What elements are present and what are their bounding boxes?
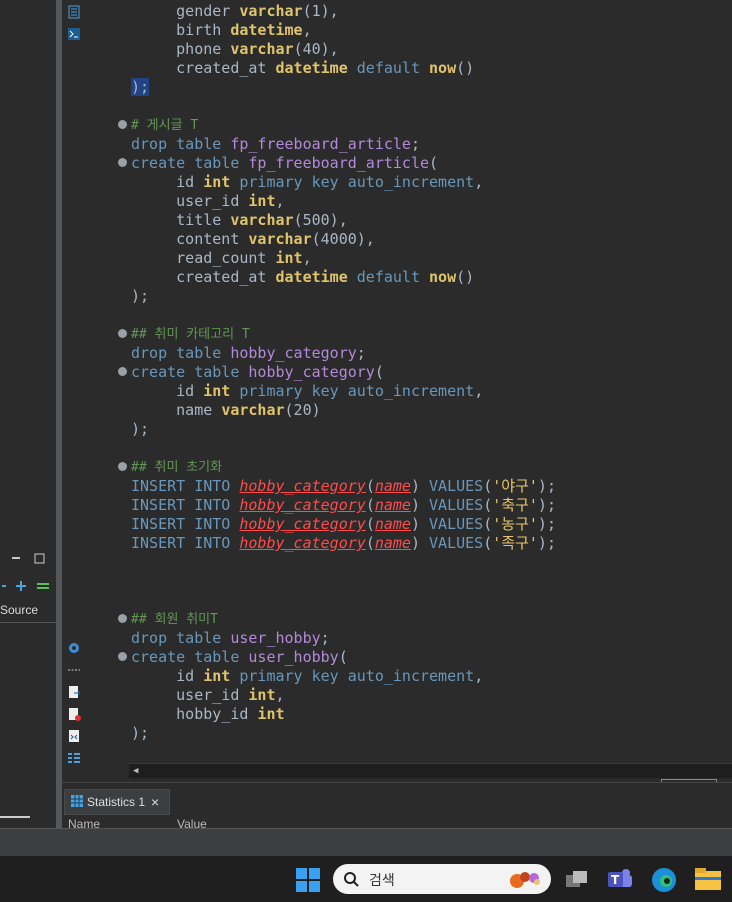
code-line: hobby_id int (176, 705, 285, 723)
horizontal-scrollbar[interactable]: ◀ (129, 763, 732, 778)
task-view-icon[interactable] (566, 870, 588, 890)
panel-toolbar-icons (12, 553, 45, 564)
outline-icon[interactable] (67, 751, 81, 765)
code-comment: ## 취미 초기화 (131, 460, 223, 475)
code-line: id int primary key auto_increment, (176, 382, 484, 400)
fold-toggle-icon[interactable] (118, 652, 127, 661)
sync-icon (37, 583, 49, 589)
fold-toggle-icon[interactable] (118, 158, 127, 167)
code-line: create table fp_freeboard_article( (131, 154, 439, 172)
results-panel: Statistics 1 × Name Value (62, 782, 732, 829)
search-icon (344, 872, 359, 887)
code-line: id int primary key auto_increment, (176, 667, 484, 685)
code-line: gender varchar(1), (176, 2, 339, 20)
code-line: ); (131, 78, 150, 96)
code-line: user_id int, (176, 686, 285, 704)
close-icon[interactable]: × (151, 790, 159, 814)
code-line: phone varchar(40), (176, 40, 339, 58)
error-log-icon[interactable] (67, 707, 81, 721)
windows-start-icon[interactable] (296, 868, 320, 892)
code-line: content varchar(4000), (176, 230, 375, 248)
source-column-header[interactable]: Source (0, 600, 56, 623)
teams-icon[interactable]: T (607, 867, 633, 891)
file-explorer-icon[interactable] (695, 868, 721, 890)
fold-toggle-icon[interactable] (118, 614, 127, 623)
left-panel-toolbar (0, 548, 56, 570)
link-icons[interactable] (0, 578, 56, 594)
sql-editor[interactable]: gender varchar(1), birth datetime, phone… (116, 0, 732, 780)
code-line: create table user_hobby( (131, 648, 348, 666)
code-comment: ## 회원 취미T (131, 612, 218, 627)
code-line: ); (131, 287, 150, 305)
tab-statistics[interactable]: Statistics 1 × (64, 789, 170, 815)
insert-line: INSERT INTO hobby_category(name) VALUES(… (131, 496, 556, 514)
code-line: drop table user_hobby; (131, 629, 330, 647)
svg-text:T: T (611, 873, 620, 887)
taskbar-search-box[interactable]: 검색 (333, 864, 551, 894)
code-line: read_count int, (176, 249, 312, 267)
xml-icon[interactable] (67, 729, 81, 743)
code-line: create table hobby_category( (131, 363, 384, 381)
maximize-icon (34, 553, 45, 564)
minimize-icon (12, 557, 20, 559)
fold-toggle-icon[interactable] (118, 329, 127, 338)
code-line: drop table hobby_category; (131, 344, 366, 362)
code-line: user_id int, (176, 192, 285, 210)
search-placeholder: 검색 (369, 872, 395, 888)
code-line: ); (131, 420, 150, 438)
code-line: birth datetime, (176, 21, 312, 39)
code-line: id int primary key auto_increment, (176, 173, 484, 191)
search-highlight-icon (510, 872, 540, 888)
source-label: Source (0, 603, 39, 617)
code-line: created_at datetime default now() (176, 268, 475, 286)
left-scrollbar[interactable] (0, 816, 30, 818)
insert-line: INSERT INTO hobby_category(name) VALUES(… (131, 534, 556, 552)
code-comment: # 게시글 T (131, 118, 199, 133)
fold-toggle-icon[interactable] (118, 120, 127, 129)
table-icon (71, 795, 83, 807)
gear-icon[interactable] (67, 641, 81, 655)
code-line: created_at datetime default now() (176, 59, 475, 77)
insert-line: INSERT INTO hobby_category(name) VALUES(… (131, 477, 556, 495)
fold-toggle-icon[interactable] (118, 462, 127, 471)
terminal-icon[interactable] (67, 27, 81, 41)
script-icon[interactable] (67, 5, 81, 19)
insert-line: INSERT INTO hobby_category(name) VALUES(… (131, 515, 556, 533)
status-bar (0, 828, 732, 857)
code-line: ); (131, 724, 150, 742)
left-panel: Source (0, 0, 57, 828)
fold-toggle-icon[interactable] (118, 367, 127, 376)
tab-label: Statistics 1 (87, 795, 146, 809)
code-line: title varchar(500), (176, 211, 348, 229)
code-line: name varchar(20) (176, 401, 321, 419)
expand-icon (16, 581, 26, 591)
edge-icon[interactable] (651, 867, 677, 893)
code-line: drop table fp_freeboard_article; (131, 135, 420, 153)
export-icon[interactable] (67, 685, 81, 699)
code-comment: ## 취미 카테고리 T (131, 327, 250, 342)
more-dots-icon[interactable] (67, 663, 81, 677)
scroll-left-icon[interactable]: ◀ (133, 766, 138, 776)
